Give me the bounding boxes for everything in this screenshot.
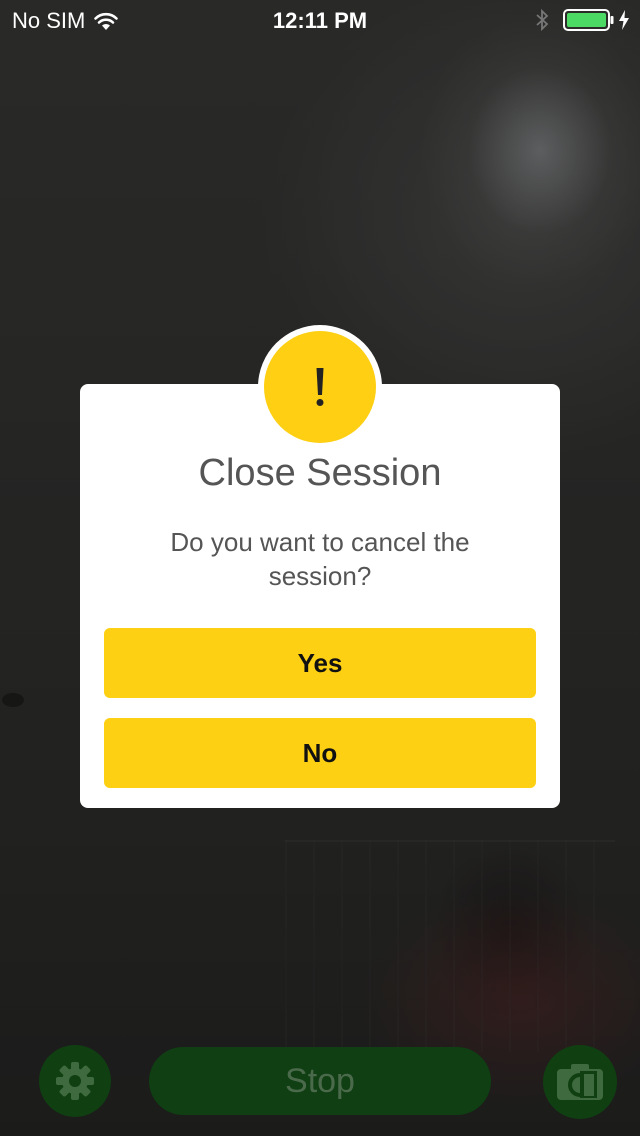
bluetooth-icon bbox=[536, 8, 549, 32]
battery-icon bbox=[563, 9, 614, 31]
stop-button[interactable]: Stop bbox=[149, 1047, 491, 1115]
dialog-message: Do you want to cancel the session? bbox=[170, 527, 470, 591]
charging-bolt-icon bbox=[619, 10, 629, 30]
status-right-group bbox=[535, 8, 630, 32]
camera-switch-icon bbox=[557, 1064, 603, 1100]
switch-camera-button[interactable] bbox=[543, 1045, 617, 1119]
yes-button[interactable]: Yes bbox=[104, 628, 536, 698]
no-button-label: No bbox=[302, 737, 338, 768]
dialog-title: Close Session bbox=[198, 452, 442, 494]
settings-button[interactable] bbox=[39, 1045, 111, 1117]
no-button[interactable]: No bbox=[104, 718, 536, 788]
gear-icon bbox=[56, 1062, 94, 1100]
exclamation-icon bbox=[316, 368, 324, 406]
yes-button-label: Yes bbox=[297, 647, 343, 678]
stop-button-label: Stop bbox=[285, 1061, 355, 1100]
alert-badge bbox=[264, 331, 376, 443]
status-bar: No SIM 12:11 PM bbox=[0, 0, 640, 40]
